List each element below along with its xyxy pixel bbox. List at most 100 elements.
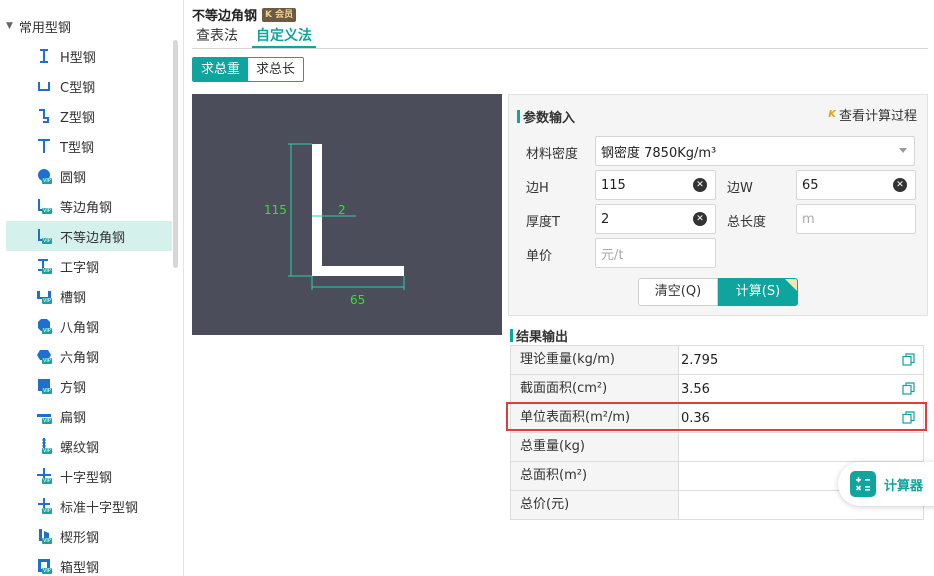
i-beam-icon: VIP xyxy=(34,257,54,275)
result-value: 2.795 xyxy=(679,346,924,374)
result-section-title-text: 结果输出 xyxy=(516,330,569,345)
result-value xyxy=(679,433,924,461)
sidebar: ▼ 常用型钢 H型钢 C型钢 Z型钢 T型钢 VIP 圆钢 VIP 等边角钢 VIP 不等边角钢 V… xyxy=(0,0,184,576)
category-header[interactable]: ▼ 常用型钢 xyxy=(6,16,71,36)
box-section-icon: VIP xyxy=(34,557,54,575)
section-accent-bar xyxy=(510,329,513,342)
copy-icon[interactable] xyxy=(902,411,915,424)
sidebar-item-label: T型钢 xyxy=(60,140,94,156)
calculator-button[interactable]: 计算器 xyxy=(838,462,934,506)
width-label: 65 xyxy=(350,293,365,307)
sidebar-item[interactable]: VIP 十字型钢 xyxy=(6,461,172,491)
calculator-label: 计算器 xyxy=(884,478,924,494)
sidebar-item[interactable]: Z型钢 xyxy=(6,101,172,131)
result-label: 截面面积(cm²) xyxy=(511,375,679,403)
sidebar-item-label: 工字钢 xyxy=(60,260,100,276)
view-process-link[interactable]: K 查看计算过程 xyxy=(828,105,917,124)
vip-tag-icon: VIP xyxy=(42,388,52,394)
sidebar-item-label: 六角钢 xyxy=(60,350,100,366)
sidebar-item[interactable]: VIP 扁钢 xyxy=(6,401,172,431)
result-label: 单位表面积(m²/m) xyxy=(511,404,679,432)
sidebar-item-label: 扁钢 xyxy=(60,410,87,426)
copy-icon[interactable] xyxy=(902,353,915,366)
equal-angle-icon: VIP xyxy=(34,197,54,215)
t-section-icon xyxy=(34,137,54,155)
sidebar-item-label: H型钢 xyxy=(60,50,96,66)
sidebar-item-label: 螺纹钢 xyxy=(60,440,100,456)
category-label: 常用型钢 xyxy=(18,20,71,36)
vip-tag-icon: VIP xyxy=(42,358,52,364)
sidebar-item-label: 标准十字型钢 xyxy=(60,500,139,516)
sidebar-item[interactable]: VIP 螺纹钢 xyxy=(6,431,172,461)
t-label: 厚度T xyxy=(526,215,560,230)
result-value-text: 3.56 xyxy=(681,382,710,397)
w-label: 边W xyxy=(727,181,753,196)
sidebar-item[interactable]: VIP 标准十字型钢 xyxy=(6,491,172,521)
sidebar-item-label: 方钢 xyxy=(60,380,87,396)
total-length-input[interactable]: m xyxy=(796,204,916,234)
t-input[interactable]: 2 ✕ xyxy=(595,204,716,234)
sidebar-item[interactable]: H型钢 xyxy=(6,41,172,71)
sidebar-item[interactable]: VIP 八角钢 xyxy=(6,311,172,341)
result-value-text: 0.36 xyxy=(681,411,710,426)
price-input[interactable]: 元/t xyxy=(595,238,716,268)
result-label: 总重量(kg) xyxy=(511,433,679,461)
sidebar-item-label: 圆钢 xyxy=(60,170,87,186)
calculator-icon xyxy=(850,471,876,497)
vip-tag-icon: VIP xyxy=(42,568,52,574)
clear-button[interactable]: 清空(Q) xyxy=(638,278,718,306)
sidebar-item-label: 十字型钢 xyxy=(60,470,113,486)
vip-k-icon: K xyxy=(828,109,836,120)
vip-badge: K 会员 xyxy=(262,7,297,22)
sidebar-scrollbar[interactable] xyxy=(173,40,178,268)
clear-w-icon[interactable]: ✕ xyxy=(893,178,907,192)
sidebar-item[interactable]: VIP 楔形钢 xyxy=(6,521,172,551)
c-channel-icon xyxy=(34,77,54,95)
unequal-angle-icon: VIP xyxy=(34,227,54,245)
h-label: 边H xyxy=(526,181,549,196)
vip-tag-icon: VIP xyxy=(42,478,52,484)
result-label: 总价(元) xyxy=(511,491,679,519)
sidebar-item[interactable]: VIP 槽钢 xyxy=(6,281,172,311)
sidebar-item[interactable]: T型钢 xyxy=(6,131,172,161)
param-section-title: 参数输入 xyxy=(517,107,575,126)
price-placeholder: 元/t xyxy=(601,247,624,263)
dropdown-arrow-icon xyxy=(899,148,907,153)
result-row: 截面面积(cm²) 3.56 xyxy=(511,375,924,404)
vip-tag-icon: VIP xyxy=(42,208,52,214)
sidebar-item[interactable]: VIP 不等边角钢 xyxy=(6,221,172,251)
h-input[interactable]: 115 ✕ xyxy=(595,170,716,200)
clear-h-icon[interactable]: ✕ xyxy=(693,178,707,192)
find-total-length-button[interactable]: 求总长 xyxy=(248,58,304,81)
tab-table-method[interactable]: 查表法 xyxy=(192,26,242,48)
sidebar-item[interactable]: VIP 等边角钢 xyxy=(6,191,172,221)
sidebar-item[interactable]: C型钢 xyxy=(6,71,172,101)
density-select[interactable]: 钢密度 7850Kg/m³ xyxy=(595,136,915,166)
sidebar-item[interactable]: VIP 箱型钢 xyxy=(6,551,172,576)
result-row: 单位表面积(m²/m) 0.36 xyxy=(511,404,924,433)
sidebar-item-label: 槽钢 xyxy=(60,290,87,306)
sidebar-item[interactable]: VIP 圆钢 xyxy=(6,161,172,191)
copy-icon[interactable] xyxy=(902,382,915,395)
octagon-bar-icon: VIP xyxy=(34,317,54,335)
sidebar-item[interactable]: VIP 六角钢 xyxy=(6,341,172,371)
sidebar-item-label: 不等边角钢 xyxy=(60,230,126,246)
tab-divider xyxy=(192,48,928,49)
sidebar-item-label: 楔形钢 xyxy=(60,530,100,546)
result-row: 总重量(kg) xyxy=(511,433,924,462)
sidebar-item-label: 八角钢 xyxy=(60,320,100,336)
sidebar-item[interactable]: VIP 方钢 xyxy=(6,371,172,401)
clear-t-icon[interactable]: ✕ xyxy=(693,212,707,226)
find-total-weight-button[interactable]: 求总重 xyxy=(193,58,249,81)
height-label: 115 xyxy=(264,203,287,217)
t-input-value: 2 xyxy=(601,211,610,227)
result-label: 总面积(m²) xyxy=(511,462,679,490)
w-input[interactable]: 65 ✕ xyxy=(796,170,916,200)
sidebar-item[interactable]: VIP 工字钢 xyxy=(6,251,172,281)
section-drawing: 115 2 65 xyxy=(192,94,502,335)
sidebar-item-label: 等边角钢 xyxy=(60,200,113,216)
angle-diagram: 115 2 65 xyxy=(264,143,405,307)
result-value-text: 2.795 xyxy=(681,353,719,368)
tab-custom-method[interactable]: 自定义法 xyxy=(252,26,316,48)
calculate-button[interactable]: 计算(S) xyxy=(718,278,798,306)
